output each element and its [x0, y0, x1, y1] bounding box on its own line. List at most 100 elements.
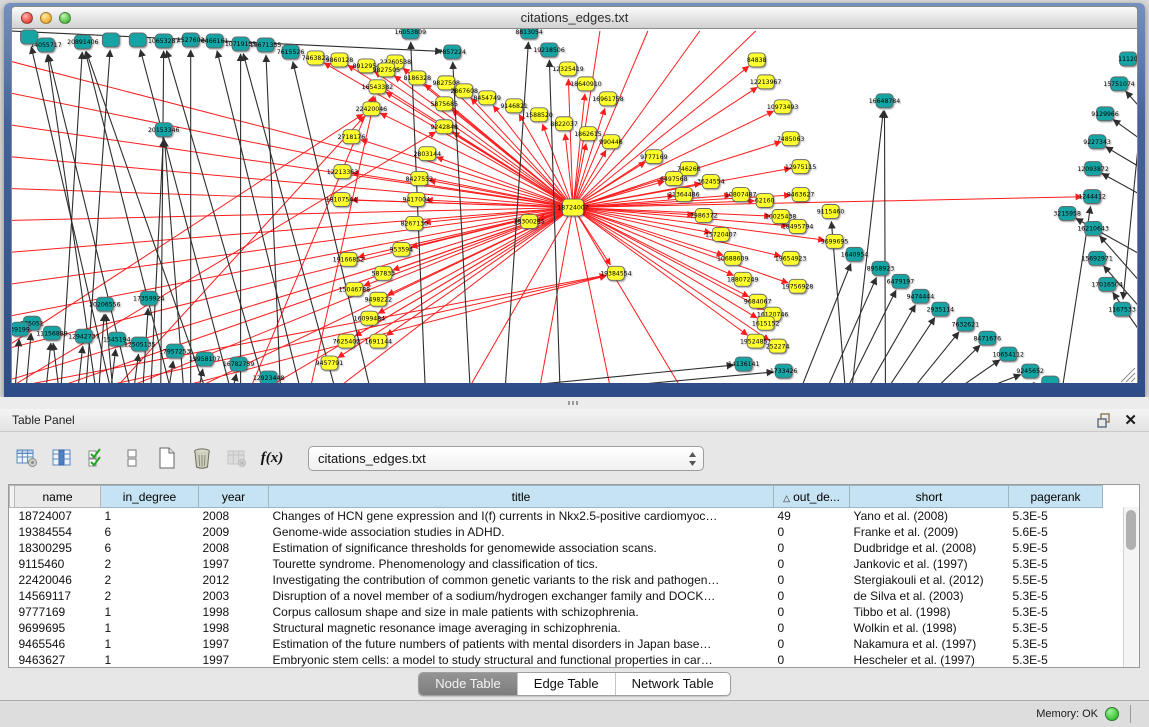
graph-node[interactable]: 1733426: [770, 364, 798, 378]
table-cell[interactable]: 1998: [199, 620, 269, 636]
graph-node[interactable]: 17016504: [1091, 277, 1123, 291]
graph-node[interactable]: 16961758: [592, 92, 624, 106]
graph-node[interactable]: 1862615: [574, 127, 602, 141]
graph-node[interactable]: 84838: [747, 53, 767, 67]
table-scrollbar-thumb[interactable]: [1126, 510, 1136, 550]
graph-node[interactable]: 2803144: [414, 147, 442, 161]
network-canvas[interactable]: 1872400774638229860128891295422260538982…: [12, 29, 1137, 383]
table-cell[interactable]: 5.6E-5: [1009, 524, 1103, 540]
table-row[interactable]: 946554611997Estimation of the future num…: [10, 636, 1103, 652]
table-cell[interactable]: Stergiakouli et al. (2012): [850, 572, 1009, 588]
graph-node[interactable]: 15046788: [339, 282, 371, 296]
table-cell[interactable]: Changes of HCN gene expression and I(f) …: [269, 508, 774, 525]
function-builder-icon[interactable]: f(x): [259, 445, 285, 471]
table-cell[interactable]: 2008: [199, 508, 269, 525]
graph-node[interactable]: 16210643: [1077, 221, 1109, 235]
table-cell[interactable]: 19384554: [15, 524, 101, 540]
table-cell[interactable]: 9465546: [15, 636, 101, 652]
table-cell[interactable]: Nakamura et al. (1997): [850, 636, 1009, 652]
graph-node[interactable]: 8186328: [404, 71, 432, 85]
table-cell[interactable]: 5.3E-5: [1009, 508, 1103, 525]
table-cell[interactable]: Investigating the contribution of common…: [269, 572, 774, 588]
table-cell[interactable]: Jankovic et al. (1997): [850, 556, 1009, 572]
table-cell[interactable]: 0: [774, 636, 850, 652]
column-header-pagerank[interactable]: pagerank: [1009, 486, 1103, 508]
graph-node[interactable]: 11156889: [36, 326, 68, 340]
graph-node[interactable]: 1691144: [365, 334, 393, 348]
table-cell[interactable]: 0: [774, 572, 850, 588]
graph-node[interactable]: 9227343: [1083, 135, 1111, 149]
table-cell[interactable]: 1: [101, 508, 199, 525]
table-cell[interactable]: 5.3E-5: [1009, 556, 1103, 572]
graph-node[interactable]: 16648784: [869, 94, 901, 108]
graph-node[interactable]: 10653287: [148, 34, 180, 48]
graph-node[interactable]: 20891406: [67, 35, 99, 49]
table-cell[interactable]: 5.3E-5: [1009, 604, 1103, 620]
table-row[interactable]: 911546021997Tourette syndrome. Phenomeno…: [10, 556, 1103, 572]
minimize-window-button[interactable]: [40, 12, 52, 24]
graph-node[interactable]: 8471676: [974, 331, 1002, 345]
table-cell[interactable]: 6: [101, 524, 199, 540]
close-panel-icon[interactable]: ✕: [1124, 413, 1137, 428]
graph-node[interactable]: 587833: [372, 266, 396, 280]
graph-node[interactable]: 9474444: [907, 289, 935, 303]
toggle-rows-icon[interactable]: [119, 445, 145, 471]
table-row[interactable]: 1872400712008Changes of HCN gene express…: [10, 508, 1103, 525]
graph-node[interactable]: 62160: [755, 194, 775, 208]
graph-node[interactable]: 9463627: [787, 188, 815, 202]
table-cell[interactable]: Franke et al. (2009): [850, 524, 1009, 540]
table-cell[interactable]: Tourette syndrome. Phenomenology and cla…: [269, 556, 774, 572]
select-attributes-icon[interactable]: [84, 445, 110, 471]
table-cell[interactable]: 0: [774, 540, 850, 556]
tab-edge-table[interactable]: Edge Table: [517, 673, 615, 695]
column-header-out_de[interactable]: △out_de...: [774, 486, 850, 508]
table-cell[interactable]: Yano et al. (2008): [850, 508, 1009, 525]
column-header-title[interactable]: title: [269, 486, 774, 508]
table-cell[interactable]: 1997: [199, 556, 269, 572]
resize-grip[interactable]: [1121, 368, 1135, 382]
network-window-titlebar[interactable]: citations_edges.txt: [11, 6, 1138, 29]
table-cell[interactable]: 18724007: [15, 508, 101, 525]
table-cell[interactable]: Genome-wide association studies in ADHD.: [269, 524, 774, 540]
graph-node[interactable]: 9860128: [326, 53, 354, 67]
maximize-window-button[interactable]: [59, 12, 71, 24]
tab-network-table[interactable]: Network Table: [615, 673, 730, 695]
table-cell[interactable]: 49: [774, 508, 850, 525]
table-cell[interactable]: Corpus callosum shape and size in male p…: [269, 604, 774, 620]
graph-node[interactable]: [102, 33, 119, 47]
table-cell[interactable]: 2003: [199, 588, 269, 604]
table-cell[interactable]: Tibbo et al. (1998): [850, 604, 1009, 620]
graph-node[interactable]: 15692971: [1081, 251, 1113, 265]
table-cell[interactable]: 1997: [199, 652, 269, 668]
graph-node[interactable]: 10688609: [717, 251, 749, 265]
delete-table-icon[interactable]: [224, 445, 250, 471]
float-panel-icon[interactable]: [1097, 413, 1112, 428]
table-cell[interactable]: 6: [101, 540, 199, 556]
table-cell[interactable]: 9115460: [15, 556, 101, 572]
table-row[interactable]: 2242004622012Investigating the contribut…: [10, 572, 1103, 588]
graph-node[interactable]: 19166852: [333, 252, 365, 266]
table-scrollbar[interactable]: [1123, 507, 1139, 667]
graph-node[interactable]: [20, 30, 37, 44]
column-header-year[interactable]: year: [199, 486, 269, 508]
table-row[interactable]: 1938455462009Genome-wide association stu…: [10, 524, 1103, 540]
table-cell[interactable]: 1: [101, 652, 199, 668]
table-cell[interactable]: 9699695: [15, 620, 101, 636]
table-cell[interactable]: 22420046: [15, 572, 101, 588]
graph-node[interactable]: 12975115: [785, 160, 817, 174]
delete-column-icon[interactable]: [189, 445, 215, 471]
table-cell[interactable]: 1: [101, 604, 199, 620]
table-cell[interactable]: Estimation of the future numbers of pati…: [269, 636, 774, 652]
graph-node[interactable]: 16053809: [395, 29, 427, 39]
table-cell[interactable]: 5.9E-5: [1009, 540, 1103, 556]
table-cell[interactable]: 0: [774, 620, 850, 636]
table-row[interactable]: 977716911998Corpus callosum shape and si…: [10, 604, 1103, 620]
table-cell[interactable]: de Silva et al. (2003): [850, 588, 1009, 604]
graph-node[interactable]: 18640910: [570, 77, 602, 91]
table-cell[interactable]: 9463627: [15, 652, 101, 668]
graph-node[interactable]: 14136141: [728, 357, 760, 371]
table-cell[interactable]: 2: [101, 556, 199, 572]
graph-node[interactable]: 990446: [599, 135, 623, 149]
table-row[interactable]: 1830029562008Estimation of significance …: [10, 540, 1103, 556]
new-column-icon[interactable]: [154, 445, 180, 471]
